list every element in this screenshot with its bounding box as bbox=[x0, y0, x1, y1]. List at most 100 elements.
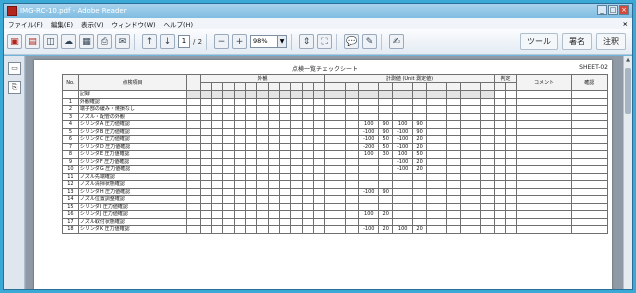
scroll-thumb[interactable] bbox=[625, 68, 631, 114]
table-cell bbox=[505, 120, 518, 129]
table-cell bbox=[256, 112, 269, 121]
highlight-icon[interactable]: ✎ bbox=[362, 34, 378, 49]
table-cell bbox=[570, 97, 609, 106]
table-cell bbox=[211, 202, 224, 211]
table-cell bbox=[301, 90, 314, 99]
header-confirm: 確認 bbox=[570, 74, 609, 91]
sign-button[interactable]: 署名 bbox=[562, 33, 592, 50]
fit-page-icon[interactable]: ⇕ bbox=[299, 34, 315, 49]
table-cell bbox=[446, 195, 461, 204]
table-cell: -200 bbox=[358, 142, 380, 151]
table-cell bbox=[425, 210, 448, 219]
open-file-icon[interactable]: ◫ bbox=[43, 34, 58, 49]
table-cell: -100 bbox=[358, 225, 380, 234]
table-cell bbox=[391, 217, 414, 226]
table-cell bbox=[324, 195, 346, 204]
table-cell bbox=[233, 172, 247, 181]
document-viewer[interactable]: 点検一覧チェックシート SHEET-02 No. 点検項目 外観 計測値 (Un… bbox=[26, 56, 623, 289]
table-cell bbox=[267, 135, 280, 144]
zoom-dropdown-icon[interactable]: ▼ bbox=[278, 35, 288, 48]
table-cell bbox=[245, 90, 258, 99]
table-cell bbox=[480, 127, 495, 136]
minimize-button[interactable]: _ bbox=[597, 5, 607, 15]
table-cell bbox=[480, 202, 495, 211]
table-cell bbox=[391, 187, 414, 196]
table-cell bbox=[344, 165, 360, 174]
scroll-up-icon[interactable]: ▲ bbox=[624, 57, 632, 65]
print-icon[interactable]: ⎙ bbox=[97, 34, 112, 49]
table-cell bbox=[186, 165, 201, 174]
table-cell bbox=[267, 142, 280, 151]
full-screen-icon[interactable]: ⛶ bbox=[317, 34, 333, 49]
table-cell bbox=[211, 135, 224, 144]
table-cell bbox=[570, 195, 609, 204]
cloud-icon[interactable]: ☁ bbox=[61, 34, 76, 49]
table-cell bbox=[186, 217, 201, 226]
table-cell bbox=[267, 165, 280, 174]
tools-button[interactable]: ツール bbox=[520, 33, 558, 50]
table-cell bbox=[459, 157, 482, 166]
maximize-button[interactable]: □ bbox=[608, 5, 618, 15]
menu-file[interactable]: ファイル(F) bbox=[4, 19, 47, 29]
convert-icon[interactable]: ▤ bbox=[25, 34, 40, 49]
table-cell bbox=[222, 165, 235, 174]
table-cell bbox=[222, 142, 235, 151]
table-cell bbox=[480, 120, 495, 129]
zoom-level-input[interactable]: 98% bbox=[250, 35, 279, 48]
table-cell bbox=[211, 172, 224, 181]
email-icon[interactable]: ✉ bbox=[115, 34, 130, 49]
table-cell bbox=[301, 112, 314, 121]
document-close-icon[interactable]: × bbox=[619, 20, 632, 28]
previous-page-icon[interactable]: ↑ bbox=[142, 34, 157, 49]
comment-icon[interactable]: 💬 bbox=[344, 34, 360, 49]
page-number-input[interactable]: 1 bbox=[178, 35, 190, 48]
table-cell bbox=[301, 202, 314, 211]
menu-window[interactable]: ウィンドウ(W) bbox=[108, 19, 160, 29]
table-cell bbox=[278, 157, 292, 166]
menu-help[interactable]: ヘルプ(H) bbox=[160, 19, 197, 29]
table-cell bbox=[245, 135, 258, 144]
next-page-icon[interactable]: ↓ bbox=[160, 34, 175, 49]
title-bar[interactable]: IMG-RC-10.pdf - Adobe Reader _ □ × bbox=[4, 4, 632, 18]
table-cell bbox=[516, 195, 572, 204]
zoom-in-icon[interactable]: + bbox=[232, 34, 248, 49]
close-button[interactable]: × bbox=[619, 5, 629, 15]
table-cell bbox=[324, 225, 346, 234]
table-cell bbox=[459, 217, 482, 226]
table-row: 5 シリンダB 圧力値確認 -100 90 -100 90 bbox=[62, 127, 609, 136]
page-thumbnails-icon[interactable]: ▭ bbox=[8, 62, 21, 75]
table-cell bbox=[312, 165, 326, 174]
table-cell bbox=[493, 165, 507, 174]
table-cell bbox=[267, 195, 280, 204]
table-cell: 50 bbox=[412, 150, 427, 159]
table-cell bbox=[312, 180, 326, 189]
table-cell bbox=[505, 135, 518, 144]
table-cell bbox=[267, 225, 280, 234]
table-cell bbox=[516, 112, 572, 121]
table-cell bbox=[570, 120, 609, 129]
table-cell bbox=[459, 187, 482, 196]
table-cell bbox=[459, 210, 482, 219]
table-cell bbox=[412, 202, 427, 211]
table-cell bbox=[186, 202, 201, 211]
table-cell bbox=[425, 150, 448, 159]
comment-button[interactable]: 注釈 bbox=[596, 33, 626, 50]
create-pdf-icon[interactable]: ▣ bbox=[7, 34, 22, 49]
vertical-scrollbar[interactable]: ▲ bbox=[623, 56, 632, 289]
window-title: IMG-RC-10.pdf - Adobe Reader bbox=[20, 7, 127, 15]
menu-view[interactable]: 表示(V) bbox=[77, 19, 108, 29]
table-cell bbox=[344, 187, 360, 196]
cell-no: 10 bbox=[62, 165, 79, 174]
table-cell bbox=[570, 150, 609, 159]
zoom-out-icon[interactable]: − bbox=[214, 34, 230, 49]
table-cell bbox=[425, 112, 448, 121]
cell-no: 1 bbox=[62, 97, 79, 106]
attachments-icon[interactable]: ⎘ bbox=[8, 81, 21, 94]
table-cell bbox=[480, 195, 495, 204]
table-cell bbox=[412, 217, 427, 226]
table-cell bbox=[505, 105, 518, 114]
save-icon[interactable]: ▦ bbox=[79, 34, 94, 49]
table-cell bbox=[301, 172, 314, 181]
menu-edit[interactable]: 編集(E) bbox=[47, 19, 77, 29]
sign-icon[interactable]: ✍ bbox=[389, 34, 405, 49]
